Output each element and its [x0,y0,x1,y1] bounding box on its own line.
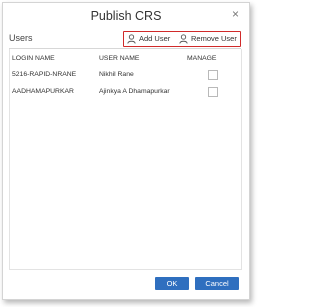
add-user-button[interactable]: Add User [127,33,170,45]
user-icon [127,34,136,44]
login-name-cell: AADHAMAPURKAR [12,88,74,95]
users-section-label: Users [9,33,33,43]
users-table: LOGIN NAME USER NAME MANAGE 5216-RAPID-N… [9,49,242,270]
remove-user-label: Remove User [191,34,237,43]
table-row[interactable]: AADHAMAPURKAR Ajinkya A Dhamapurkar [10,84,241,99]
table-header: LOGIN NAME USER NAME MANAGE [10,55,241,67]
column-header-user-name[interactable]: USER NAME [99,55,139,62]
user-icon [179,34,188,44]
add-user-label: Add User [139,34,171,43]
login-name-cell: 5216-RAPID-NRANE [12,71,77,78]
column-header-manage[interactable]: MANAGE [187,55,216,62]
column-header-login-name[interactable]: LOGIN NAME [12,55,55,62]
ok-button[interactable]: OK [155,277,189,290]
remove-user-button[interactable]: Remove User [179,33,237,45]
table-row[interactable]: 5216-RAPID-NRANE Nikhil Rane [10,67,241,82]
publish-crs-dialog: Publish CRS × Users Add User Remove User… [2,2,250,300]
user-actions-highlight: Add User Remove User [123,31,241,47]
manage-checkbox[interactable] [208,70,218,80]
close-icon[interactable]: × [232,8,239,20]
user-name-cell: Nikhil Rane [99,71,134,78]
user-name-cell: Ajinkya A Dhamapurkar [99,88,170,95]
manage-checkbox[interactable] [208,87,218,97]
cancel-button[interactable]: Cancel [195,277,239,290]
dialog-title: Publish CRS [90,9,162,23]
